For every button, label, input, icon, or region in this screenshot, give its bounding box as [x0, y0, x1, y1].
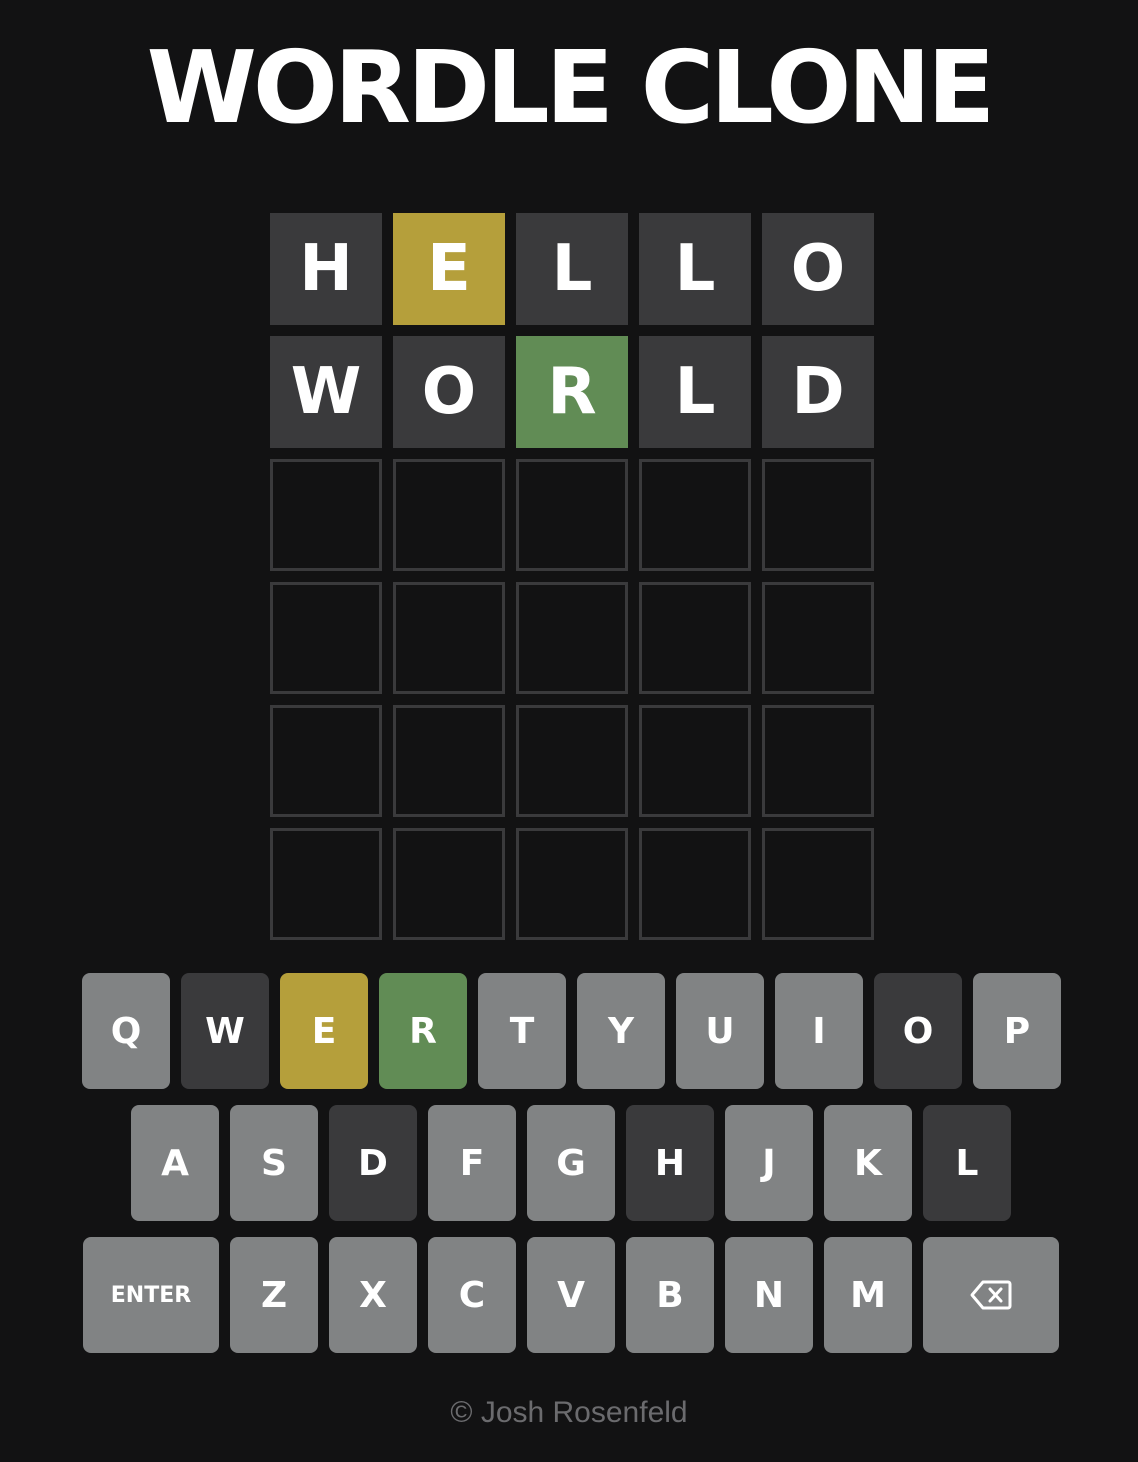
key-w[interactable]: W: [181, 973, 269, 1089]
key-o[interactable]: O: [874, 973, 962, 1089]
key-j[interactable]: J: [725, 1105, 813, 1221]
board-row: WORLD: [270, 336, 874, 448]
game-board: HELLOWORLD: [270, 213, 874, 951]
key-h[interactable]: H: [626, 1105, 714, 1221]
board-tile: [516, 459, 628, 571]
board-tile: [516, 828, 628, 940]
key-u[interactable]: U: [676, 973, 764, 1089]
board-tile: O: [762, 213, 874, 325]
key-m[interactable]: M: [824, 1237, 912, 1353]
key-c[interactable]: C: [428, 1237, 516, 1353]
board-tile: [639, 828, 751, 940]
board-tile: H: [270, 213, 382, 325]
board-tile: [516, 705, 628, 817]
key-z[interactable]: Z: [230, 1237, 318, 1353]
board-tile: L: [516, 213, 628, 325]
key-b[interactable]: B: [626, 1237, 714, 1353]
key-g[interactable]: G: [527, 1105, 615, 1221]
key-q[interactable]: Q: [82, 973, 170, 1089]
key-r[interactable]: R: [379, 973, 467, 1089]
board-row: [270, 582, 874, 694]
key-y[interactable]: Y: [577, 973, 665, 1089]
key-v[interactable]: V: [527, 1237, 615, 1353]
enter-key[interactable]: ENTER: [83, 1237, 219, 1353]
backspace-icon: [970, 1280, 1012, 1310]
key-p[interactable]: P: [973, 973, 1061, 1089]
page-title: WORDLE CLONE: [146, 29, 996, 146]
key-n[interactable]: N: [725, 1237, 813, 1353]
key-a[interactable]: A: [131, 1105, 219, 1221]
board-tile: O: [393, 336, 505, 448]
board-tile: L: [639, 213, 751, 325]
board-tile: [639, 459, 751, 571]
key-d[interactable]: D: [329, 1105, 417, 1221]
board-tile: [270, 828, 382, 940]
key-s[interactable]: S: [230, 1105, 318, 1221]
board-tile: [516, 582, 628, 694]
key-l[interactable]: L: [923, 1105, 1011, 1221]
board-tile: [270, 582, 382, 694]
board-row: [270, 828, 874, 940]
board-tile: D: [762, 336, 874, 448]
board-tile: W: [270, 336, 382, 448]
key-i[interactable]: I: [775, 973, 863, 1089]
board-tile: [762, 828, 874, 940]
key-t[interactable]: T: [478, 973, 566, 1089]
key-f[interactable]: F: [428, 1105, 516, 1221]
board-tile: [639, 705, 751, 817]
board-tile: [762, 459, 874, 571]
board-row: [270, 459, 874, 571]
board-tile: [270, 459, 382, 571]
board-row: HELLO: [270, 213, 874, 325]
board-tile: R: [516, 336, 628, 448]
key-e[interactable]: E: [280, 973, 368, 1089]
board-tile: [393, 828, 505, 940]
board-tile: L: [639, 336, 751, 448]
board-tile: [762, 705, 874, 817]
key-k[interactable]: K: [824, 1105, 912, 1221]
footer-credit: © Josh Rosenfeld: [450, 1396, 688, 1429]
board-tile: [639, 582, 751, 694]
key-x[interactable]: X: [329, 1237, 417, 1353]
board-tile: [762, 582, 874, 694]
board-tile: [270, 705, 382, 817]
board-tile: [393, 582, 505, 694]
board-tile: E: [393, 213, 505, 325]
board-tile: [393, 705, 505, 817]
backspace-key[interactable]: [923, 1237, 1059, 1353]
board-tile: [393, 459, 505, 571]
board-row: [270, 705, 874, 817]
